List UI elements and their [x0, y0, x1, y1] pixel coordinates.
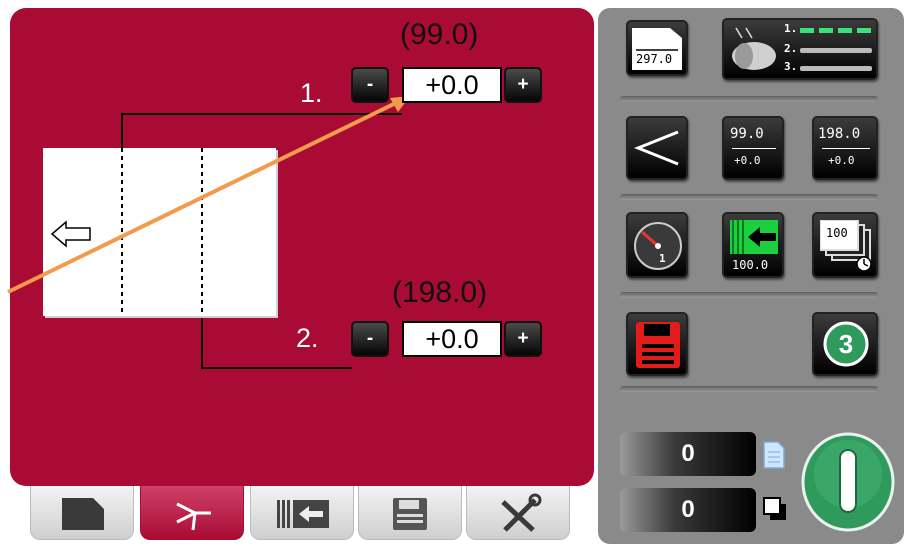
fold1-increment-button[interactable]: +	[504, 67, 542, 103]
fold2-connector-line	[201, 318, 352, 369]
fold2-summary-offset: +0.0	[828, 154, 855, 167]
separator	[620, 292, 878, 298]
roller-label-3: 3.	[784, 60, 798, 73]
roller-1-indicator	[800, 28, 872, 33]
format-length-button[interactable]: 297.0	[626, 20, 688, 76]
speed-value: 1	[659, 252, 666, 265]
fold2-summary-button[interactable]: 198.0 +0.0	[812, 116, 878, 180]
separator	[620, 386, 878, 392]
save-floppy-icon	[636, 322, 680, 368]
fold-type-icon	[634, 130, 679, 166]
roller-label-1: 1.	[784, 22, 798, 35]
fold2-summary-value: 198.0	[818, 126, 861, 142]
separator	[620, 194, 878, 200]
tab-tools[interactable]	[466, 486, 570, 540]
save-program-button[interactable]	[626, 312, 688, 376]
tab-save[interactable]	[358, 486, 462, 540]
fold2-decrement-button[interactable]: -	[351, 321, 389, 357]
stack-counter[interactable]: 0	[620, 488, 756, 532]
roller-settings-button[interactable]: 1. 2. 3.	[722, 18, 878, 80]
feed-length-button[interactable]: 100.0	[722, 212, 784, 278]
wrench-screwdriver-icon	[501, 493, 542, 532]
roller-label-2: 2.	[784, 42, 798, 55]
sheet-count-icon	[763, 441, 785, 469]
start-button[interactable]	[800, 432, 896, 532]
fold2-index-label: 2.	[296, 323, 319, 353]
fold1-summary-value: 99.0	[730, 126, 764, 142]
speed-button[interactable]: 1	[626, 212, 688, 278]
fold2-nominal-label: (198.0)	[392, 276, 488, 309]
separator	[620, 96, 878, 102]
batch-counter-button[interactable]: 100	[812, 212, 878, 278]
format-length-value: 297.0	[636, 52, 673, 66]
sheet-counter-value: 0	[681, 440, 695, 467]
fold-icon	[176, 502, 211, 531]
speed-gauge-icon	[634, 222, 682, 270]
sheet-counter[interactable]: 0	[620, 432, 756, 476]
feed-length-icon	[730, 220, 778, 254]
fold2-offset-field[interactable]: +0.0	[402, 321, 502, 357]
fold1-nominal-label: (99.0)	[400, 18, 479, 51]
roller-2-indicator	[800, 48, 872, 53]
tab-document[interactable]	[30, 486, 134, 540]
fold1-index-label: 1.	[300, 78, 323, 108]
roller-icon	[732, 27, 776, 70]
fold1-summary-offset: +0.0	[734, 154, 761, 167]
tab-fold[interactable]	[140, 486, 244, 540]
roller-3-indicator	[800, 66, 872, 71]
fold-type-button[interactable]	[626, 116, 688, 180]
program-number: 3	[838, 328, 854, 359]
floppy-icon	[393, 498, 427, 530]
stack-count-icon	[763, 497, 786, 520]
fold2-increment-button[interactable]: +	[504, 321, 542, 357]
feed-length-value: 100.0	[732, 258, 769, 272]
stack-counter-value: 0	[681, 496, 695, 523]
document-icon	[62, 498, 104, 530]
tab-feed[interactable]	[250, 486, 354, 540]
fold1-offset-field[interactable]: +0.0	[402, 67, 502, 103]
feed-icon	[277, 500, 329, 528]
program-select-button[interactable]: 3	[812, 312, 878, 376]
fold2-summary-divider	[822, 148, 870, 149]
batch-value: 100	[826, 226, 848, 240]
fold1-summary-button[interactable]: 99.0 +0.0	[722, 116, 784, 180]
fold1-decrement-button[interactable]: -	[351, 67, 389, 103]
fold1-summary-divider	[732, 148, 776, 149]
